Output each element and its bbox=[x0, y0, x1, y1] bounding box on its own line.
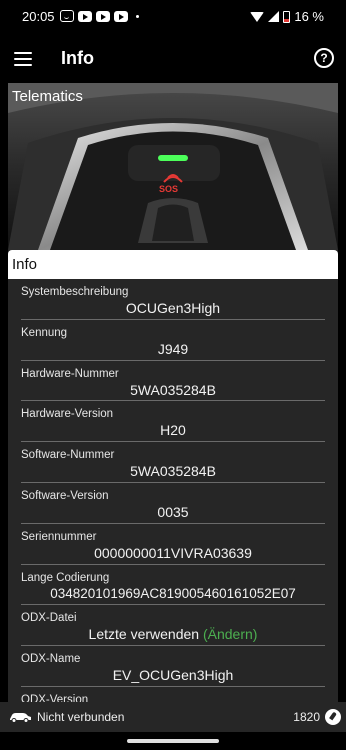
info-row-kennung: Kennung J949 bbox=[21, 320, 325, 361]
counter-value: 1820 bbox=[293, 710, 320, 724]
info-row-odx-datei[interactable]: ODX-Datei Letzte verwenden (Ändern) bbox=[21, 605, 325, 647]
telematics-illustration bbox=[8, 83, 338, 250]
row-value: EV_OCUGen3High bbox=[112, 667, 234, 684]
wifi-icon bbox=[250, 11, 265, 22]
more-notifications-dot bbox=[136, 14, 139, 18]
row-label: Hardware-Nummer bbox=[21, 367, 119, 380]
info-row-odx-name: ODX-Name EV_OCUGen3High bbox=[21, 646, 325, 687]
change-odx-link[interactable]: (Ändern) bbox=[203, 626, 257, 642]
row-label: Seriennummer bbox=[21, 530, 97, 543]
row-label: ODX-Name bbox=[21, 653, 81, 666]
youtube-notification-icon bbox=[114, 10, 128, 22]
row-label: Kennung bbox=[21, 326, 68, 339]
row-value: 034820101969AC819005460161052E07 bbox=[50, 585, 296, 601]
odx-file-value: Letzte verwenden bbox=[88, 626, 200, 643]
row-label: ODX-Version bbox=[21, 693, 89, 702]
app-bar: Info ? bbox=[0, 34, 346, 82]
youtube-notification-icon bbox=[96, 10, 110, 22]
menu-icon[interactable] bbox=[14, 52, 32, 66]
battery-icon bbox=[283, 10, 291, 23]
info-row-hardware-version: Hardware-Version H20 bbox=[21, 401, 325, 443]
row-value: H20 bbox=[160, 422, 186, 439]
row-label: Software-Nummer bbox=[21, 449, 115, 462]
info-row-software-nummer: Software-Nummer 5WA035284B bbox=[21, 442, 325, 483]
connection-footer: Nicht verbunden 1820 bbox=[0, 702, 346, 732]
info-row-seriennummer: Seriennummer 0000000011VIVRA03639 bbox=[21, 524, 325, 565]
help-icon[interactable]: ? bbox=[314, 48, 334, 68]
row-value: Letzte verwenden (Ändern) bbox=[21, 626, 325, 642]
navigation-bar bbox=[0, 732, 346, 750]
row-label: Hardware-Version bbox=[21, 408, 114, 421]
row-value: J949 bbox=[157, 340, 189, 357]
home-gesture-handle[interactable] bbox=[127, 739, 219, 743]
info-row-hardware-nummer: Hardware-Nummer 5WA035284B bbox=[21, 361, 325, 402]
row-label: ODX-Datei bbox=[21, 612, 77, 625]
status-time: 20:05 bbox=[22, 9, 55, 24]
info-row-software-version: Software-Version 0035 bbox=[21, 483, 325, 524]
page-title: Info bbox=[61, 48, 94, 68]
hero-title: Telematics bbox=[12, 88, 83, 105]
status-bar: 20:05 16 % bbox=[0, 0, 346, 34]
sos-label: SOS bbox=[159, 184, 179, 194]
info-card: Info Systembeschreibung OCUGen3High Kenn… bbox=[8, 250, 338, 702]
row-value: OCUGen3High bbox=[125, 300, 221, 316]
row-label: Systembeschreibung bbox=[21, 286, 129, 298]
signal-icon bbox=[268, 11, 280, 22]
row-value: 5WA035284B bbox=[130, 463, 216, 480]
row-value: 0000000011VIVRA03639 bbox=[94, 544, 252, 561]
row-value: 5WA035284B bbox=[130, 381, 216, 398]
car-icon bbox=[10, 713, 31, 723]
info-row-systembeschreibung: Systembeschreibung OCUGen3High bbox=[21, 279, 325, 320]
row-value: 0035 bbox=[157, 503, 189, 520]
row-label: Lange Codierung bbox=[21, 571, 110, 584]
row-label: Software-Version bbox=[21, 489, 109, 502]
youtube-notification-icon bbox=[78, 10, 92, 22]
card-header: Info bbox=[8, 250, 338, 279]
system-status: 16 % bbox=[250, 9, 324, 24]
battery-percent: 16 % bbox=[294, 9, 324, 24]
telematics-image: Telematics SOS bbox=[8, 83, 338, 250]
info-row-lange-codierung: Lange Codierung 034820101969AC8190054601… bbox=[21, 565, 325, 606]
info-row-odx-version: ODX-Version bbox=[21, 687, 325, 702]
info-list: Systembeschreibung OCUGen3High Kennung J… bbox=[8, 279, 338, 702]
notification-icons bbox=[60, 10, 139, 22]
app-notification-icon bbox=[60, 10, 74, 22]
connection-status: Nicht verbunden bbox=[37, 710, 125, 724]
gauge-icon[interactable] bbox=[325, 709, 341, 725]
